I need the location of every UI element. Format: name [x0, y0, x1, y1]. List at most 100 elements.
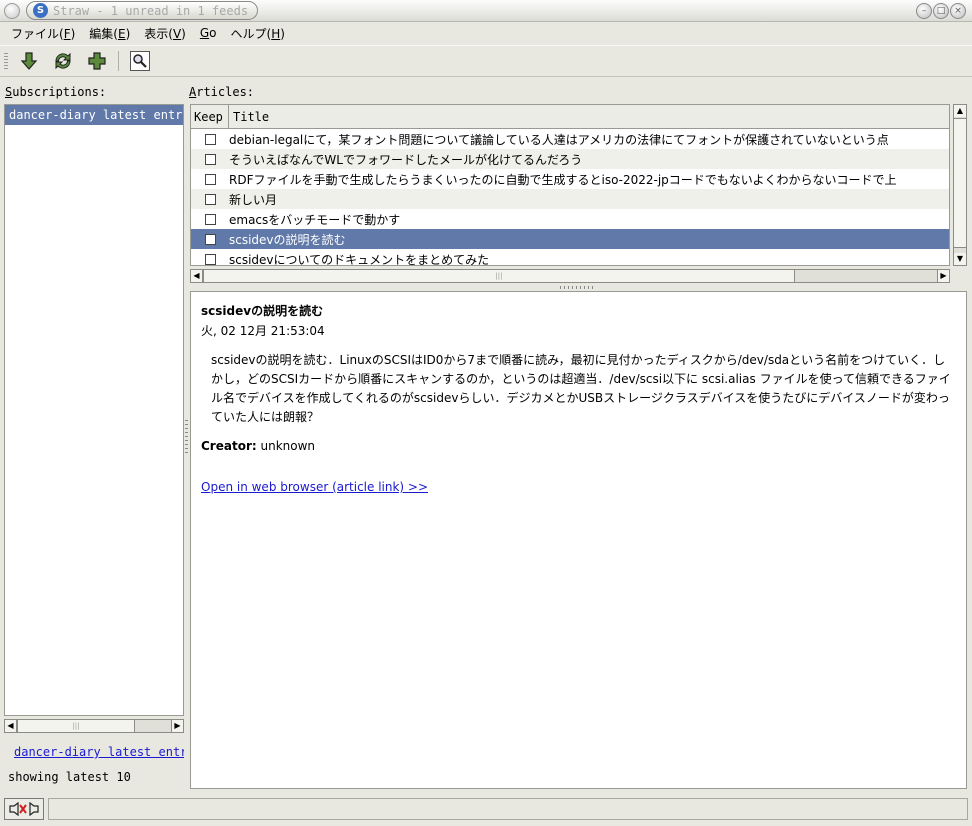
- menu-edit[interactable]: 編集(E): [82, 23, 137, 44]
- showing-count: showing latest 10: [8, 770, 131, 784]
- window-title-pill: S Straw - 1 unread in 1 feeds: [26, 1, 258, 20]
- article-row[interactable]: 新しい月: [191, 189, 949, 209]
- article-row[interactable]: scsidevの説明を読む: [191, 229, 949, 249]
- keep-checkbox[interactable]: [205, 133, 216, 145]
- refresh-icon: [55, 52, 71, 70]
- pane-splitter-horizontal[interactable]: [560, 286, 596, 289]
- menu-edit-end: ): [125, 26, 131, 41]
- subscriptions-label-rest: ubscriptions:: [12, 85, 107, 99]
- menu-go-key: G: [199, 26, 210, 40]
- minimize-button[interactable]: –: [916, 3, 932, 19]
- article-creator: Creator: unknown: [201, 439, 956, 453]
- articles-body: debian-legalにて，某フォント問題について議論している人達はアメリカの…: [191, 129, 949, 266]
- window-title: Straw - 1 unread in 1 feeds: [53, 3, 249, 18]
- go-down-button[interactable]: [16, 48, 42, 74]
- article-date: 火, 02 12月 21:53:04: [201, 324, 325, 338]
- menu-go-end: o: [209, 26, 217, 40]
- pane-splitter-vertical[interactable]: [185, 420, 188, 456]
- article-row-title: scsidevについてのドキュメントをまとめてみた: [229, 252, 490, 266]
- add-icon: [88, 52, 106, 70]
- menu-edit-label: 編集(: [89, 26, 118, 41]
- menu-edit-key: E: [117, 26, 126, 41]
- open-in-browser-link[interactable]: Open in web browser (article link) >>: [201, 480, 956, 494]
- menu-help-key: H: [271, 26, 281, 41]
- subscriptions-label: Subscriptions:: [5, 85, 106, 99]
- menu-help-label: ヘルプ(: [230, 26, 272, 41]
- article-row[interactable]: RDFファイルを手動で生成したらうまくいったのに自動で生成するとiso-2022…: [191, 169, 949, 189]
- scroll-up-arrow-icon[interactable]: ▲: [954, 105, 966, 117]
- creator-label: Creator:: [201, 439, 257, 453]
- menu-view-key: V: [172, 26, 182, 41]
- toolbar: [0, 45, 972, 77]
- menu-file[interactable]: ファイル(F): [4, 23, 82, 44]
- scroll-left-arrow-icon[interactable]: ◀: [191, 270, 203, 282]
- status-text: [48, 798, 968, 820]
- subscription-item[interactable]: dancer-diary latest entri: [5, 105, 183, 125]
- scroll-down-arrow-icon[interactable]: ▼: [954, 253, 966, 265]
- menu-file-key: F: [63, 26, 71, 41]
- find-icon: [133, 54, 147, 68]
- scroll-left-arrow-icon[interactable]: ◀: [5, 720, 17, 732]
- scroll-right-arrow-icon[interactable]: ▶: [171, 720, 183, 732]
- menu-file-label: ファイル(: [11, 26, 64, 41]
- title-bar: S Straw - 1 unread in 1 feeds – □ ×: [0, 0, 972, 22]
- menu-view-end: ): [181, 26, 186, 41]
- maximize-button[interactable]: □: [933, 3, 949, 19]
- keep-checkbox[interactable]: [205, 213, 216, 225]
- toolbar-separator: [118, 51, 119, 71]
- find-icon-frame: [130, 51, 150, 71]
- keep-checkbox[interactable]: [205, 253, 216, 265]
- article-row[interactable]: そういえばなんでWLでフォワードしたメールが化けてるんだろう: [191, 149, 949, 169]
- keep-checkbox[interactable]: [205, 193, 216, 205]
- close-button[interactable]: ×: [950, 3, 966, 19]
- offline-toggle-button[interactable]: [4, 798, 44, 820]
- feed-link[interactable]: dancer-diary latest entr: [14, 745, 184, 759]
- scroll-right-arrow-icon[interactable]: ▶: [937, 270, 949, 282]
- article-row-title: 新しい月: [229, 192, 278, 207]
- article-row-title: そういえばなんでWLでフォワードしたメールが化けてるんだろう: [229, 152, 583, 167]
- column-header-keep[interactable]: Keep: [191, 105, 229, 128]
- scroll-thumb[interactable]: |||: [203, 270, 795, 282]
- scroll-thumb[interactable]: |||: [17, 720, 135, 732]
- article-row-title: RDFファイルを手動で生成したらうまくいったのに自動で生成するとiso-2022…: [229, 172, 897, 187]
- subscriptions-list[interactable]: dancer-diary latest entri: [4, 104, 184, 716]
- articles-vscrollbar[interactable]: ▲ ▼: [953, 104, 967, 266]
- article-body: scsidevの説明を読む．LinuxのSCSIはID0から7まで順番に読み，最…: [211, 353, 951, 424]
- article-content: scsidevの説明を読む 火, 02 12月 21:53:04 scsidev…: [190, 291, 967, 789]
- creator-value: unknown: [260, 439, 316, 453]
- offline-icon: [9, 802, 39, 816]
- keep-checkbox[interactable]: [205, 173, 216, 185]
- add-feed-button[interactable]: [84, 48, 110, 74]
- status-bar: [0, 796, 972, 822]
- articles-label-rest: rticles:: [196, 85, 255, 99]
- keep-checkbox[interactable]: [205, 233, 216, 245]
- article-row[interactable]: debian-legalにて，某フォント問題について議論している人達はアメリカの…: [191, 129, 949, 149]
- article-row[interactable]: emacsをバッチモードで動かす: [191, 209, 949, 229]
- article-title: scsidevの説明を読む: [201, 304, 324, 318]
- app-logo-icon: S: [33, 3, 48, 18]
- toolbar-grip[interactable]: [4, 53, 8, 69]
- find-button[interactable]: [127, 48, 153, 74]
- menu-bar: ファイル(F) 編集(E) 表示(V) Go ヘルプ(H): [0, 22, 972, 44]
- menu-view[interactable]: 表示(V): [137, 23, 193, 44]
- menu-go[interactable]: Go: [193, 24, 224, 42]
- menu-help-end: ): [280, 26, 285, 41]
- menu-view-label: 表示(: [144, 26, 173, 41]
- refresh-button[interactable]: [50, 48, 76, 74]
- article-row-title: emacsをバッチモードで動かす: [229, 212, 401, 227]
- article-row-title: scsidevの説明を読む: [229, 232, 346, 247]
- window-controls: – □ ×: [915, 3, 966, 19]
- menu-help[interactable]: ヘルプ(H): [224, 23, 292, 44]
- go-down-icon: [20, 52, 38, 70]
- article-row[interactable]: scsidevについてのドキュメントをまとめてみた: [191, 249, 949, 266]
- subscriptions-hscrollbar[interactable]: ◀ ||| ▶: [4, 719, 184, 733]
- articles-header: Keep Title: [191, 105, 949, 129]
- article-row-title: debian-legalにて，某フォント問題について議論している人達はアメリカの…: [229, 132, 889, 147]
- window-menu-button[interactable]: [4, 3, 20, 19]
- menu-file-end: ): [70, 26, 76, 41]
- keep-checkbox[interactable]: [205, 153, 216, 165]
- column-header-title[interactable]: Title: [229, 105, 949, 128]
- articles-table[interactable]: Keep Title debian-legalにて，某フォント問題について議論し…: [190, 104, 950, 266]
- scroll-thumb[interactable]: [954, 118, 966, 248]
- articles-hscrollbar[interactable]: ◀ ||| ▶: [190, 269, 950, 283]
